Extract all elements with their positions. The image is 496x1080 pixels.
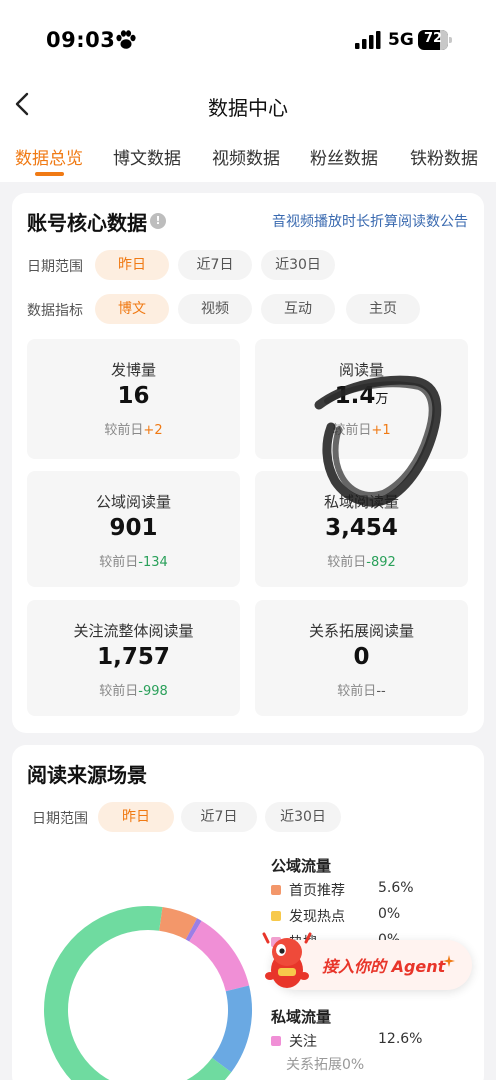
source-date-range-label: 日期范围 xyxy=(32,811,88,827)
network-label: 5G xyxy=(388,30,414,50)
sparkle-icon xyxy=(443,955,455,967)
stat-follow-feed-reads[interactable]: 关注流整体阅读量 1,757 较前日-998 xyxy=(27,600,240,716)
status-time: 09:03 xyxy=(46,28,116,52)
stat-reads[interactable]: 阅读量 1.4万 较前日+1 xyxy=(255,339,468,459)
info-icon[interactable]: ! xyxy=(150,213,166,229)
page-title: 数据中心 xyxy=(208,96,288,120)
header-area: 09:03 5G 72 数据中心 数据总览 博文数据 视频数据 粉丝数据 铁粉数… xyxy=(0,0,496,182)
source-date-chip-30d[interactable]: 近30日 xyxy=(265,802,341,832)
private-traffic-title: 私域流量 xyxy=(271,1008,332,1026)
stat-label: 私域阅读量 xyxy=(323,493,399,511)
stat-value: 3,454 xyxy=(325,515,398,541)
legend-swatch xyxy=(271,911,281,921)
tab-overview[interactable]: 数据总览 xyxy=(15,144,83,169)
mascot-icon[interactable] xyxy=(262,930,312,992)
legend-item: 关注 12.6% xyxy=(270,1031,470,1051)
donut-slice-1 xyxy=(185,918,202,942)
stat-compare: 较前日-134 xyxy=(99,555,168,570)
paw-icon xyxy=(116,30,136,49)
stat-compare: 较前日+1 xyxy=(332,423,391,438)
battery-level: 72 xyxy=(423,31,443,46)
nav-bar: 数据中心 xyxy=(0,80,496,130)
stat-label: 关注流整体阅读量 xyxy=(73,622,194,640)
stat-private-reads[interactable]: 私域阅读量 3,454 较前日-892 xyxy=(255,471,468,587)
core-card-title: 账号核心数据 xyxy=(27,211,147,235)
stat-value: 16 xyxy=(117,383,150,409)
tab-posts[interactable]: 博文数据 xyxy=(113,144,181,169)
legend-swatch xyxy=(271,885,281,895)
date-chip-7d[interactable]: 近7日 xyxy=(178,250,252,280)
date-chip-yesterday[interactable]: 昨日 xyxy=(95,250,169,280)
tab-videos[interactable]: 视频数据 xyxy=(212,144,280,169)
source-date-chip-yesterday[interactable]: 昨日 xyxy=(98,802,174,832)
stat-relation-reads[interactable]: 关系拓展阅读量 0 较前日-- xyxy=(255,600,468,716)
stat-value: 1.4万 xyxy=(334,383,389,409)
metric-chip-interaction[interactable]: 互动 xyxy=(261,294,335,324)
date-chip-30d[interactable]: 近30日 xyxy=(261,250,335,280)
source-card-title: 阅读来源场景 xyxy=(27,763,147,787)
stat-value: 0 xyxy=(353,644,370,670)
stat-public-reads[interactable]: 公域阅读量 901 较前日-134 xyxy=(27,471,240,587)
signal-icon xyxy=(355,31,381,49)
date-range-label: 日期范围 xyxy=(27,259,83,275)
tab-indicator xyxy=(35,172,64,176)
agent-entry-label: 接入你的 Agent xyxy=(322,957,446,976)
legend-item: 首页推荐 5.6% xyxy=(270,880,470,900)
stat-label: 关系拓展阅读量 xyxy=(308,622,414,640)
stat-label: 发博量 xyxy=(110,361,156,379)
metric-chip-homepage[interactable]: 主页 xyxy=(346,294,420,324)
donut-slice-3 xyxy=(188,920,250,992)
stat-compare: 较前日+2 xyxy=(104,423,163,438)
notice-link[interactable]: 音视频播放时长折算阅读数公告 xyxy=(272,211,468,231)
relation-expand-sub: 关系拓展0% xyxy=(286,1057,365,1073)
public-traffic-title: 公域流量 xyxy=(271,857,332,875)
source-date-chip-7d[interactable]: 近7日 xyxy=(181,802,257,832)
battery-icon: 72 xyxy=(418,30,452,50)
tab-iron-fans[interactable]: 铁粉数据 xyxy=(410,144,478,169)
legend-swatch xyxy=(271,1036,281,1046)
stat-value: 1,757 xyxy=(97,644,170,670)
stat-compare: 较前日-892 xyxy=(327,555,396,570)
stat-value: 901 xyxy=(109,515,158,541)
status-bar: 09:03 5G 72 xyxy=(0,0,496,80)
metric-chip-video[interactable]: 视频 xyxy=(178,294,252,324)
stat-label: 阅读量 xyxy=(338,361,384,379)
tab-fans[interactable]: 粉丝数据 xyxy=(310,144,378,169)
core-data-card: 账号核心数据 ! 音视频播放时长折算阅读数公告 日期范围 昨日 近7日 近30日… xyxy=(12,193,484,733)
legend-item: 发现热点 0% xyxy=(270,906,470,926)
stat-label: 公域阅读量 xyxy=(95,493,171,511)
metric-label: 数据指标 xyxy=(27,303,83,319)
stat-posts[interactable]: 发博量 16 较前日+2 xyxy=(27,339,240,459)
stat-compare: 较前日-998 xyxy=(99,684,168,699)
donut-slice-0 xyxy=(158,907,198,940)
tab-bar: 数据总览 博文数据 视频数据 粉丝数据 铁粉数据 xyxy=(0,140,496,180)
metric-chip-posts[interactable]: 博文 xyxy=(95,294,169,324)
stat-compare: 较前日-- xyxy=(337,684,386,699)
donut-slice-4 xyxy=(211,985,252,1073)
read-source-donut-chart xyxy=(44,906,252,1080)
